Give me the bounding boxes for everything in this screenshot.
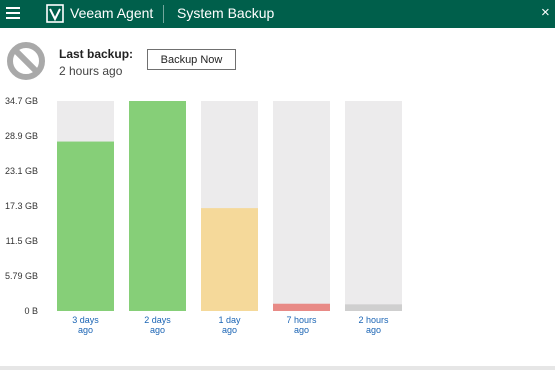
backup-bar[interactable] [345, 304, 402, 311]
bar-background [345, 101, 402, 311]
y-tick-label: 11.5 GB [6, 236, 38, 246]
y-tick-label: 34.7 GB [5, 96, 38, 106]
app-name: Veeam Agent [70, 5, 154, 21]
prohibited-icon [7, 42, 45, 80]
backup-bar[interactable] [201, 208, 258, 311]
backup-size-chart: 0 B 5.79 GB 11.5 GB 17.3 GB 23.1 GB 28.9 GB 34… [5, 96, 402, 335]
x-tick-label[interactable]: 1 day [218, 315, 241, 325]
x-tick-label[interactable]: ago [294, 325, 309, 335]
title-divider [163, 5, 164, 23]
y-tick-label: 28.9 GB [5, 131, 38, 141]
hamburger-menu-icon[interactable] [6, 7, 20, 21]
close-button[interactable]: × [541, 5, 550, 21]
backup-now-button[interactable]: Backup Now [147, 49, 236, 70]
y-tick-label: 17.3 GB [5, 201, 38, 211]
y-tick-label: 0 B [24, 306, 38, 316]
x-tick-label[interactable]: 3 days [72, 315, 99, 325]
x-tick-label[interactable]: ago [222, 325, 237, 335]
x-tick-label[interactable]: ago [366, 325, 381, 335]
x-tick-label[interactable]: 2 days [144, 315, 171, 325]
backup-bar[interactable] [273, 303, 330, 311]
section-title: System Backup [177, 5, 275, 21]
bar-background [273, 101, 330, 311]
y-tick-label: 5.79 GB [5, 271, 38, 281]
last-backup-value: 2 hours ago [59, 64, 123, 78]
bottom-border [0, 366, 555, 370]
y-tick-label: 23.1 GB [5, 166, 38, 176]
last-backup-label: Last backup: [59, 47, 134, 61]
backup-bar[interactable] [57, 141, 114, 311]
backup-bar[interactable] [129, 101, 186, 311]
title-bar: Veeam Agent System Backup × [0, 0, 555, 28]
x-tick-label[interactable]: ago [150, 325, 165, 335]
x-tick-label[interactable]: 7 hours [286, 315, 317, 325]
x-tick-label[interactable]: ago [78, 325, 93, 335]
veeam-logo-icon [46, 4, 64, 23]
x-tick-label[interactable]: 2 hours [358, 315, 389, 325]
